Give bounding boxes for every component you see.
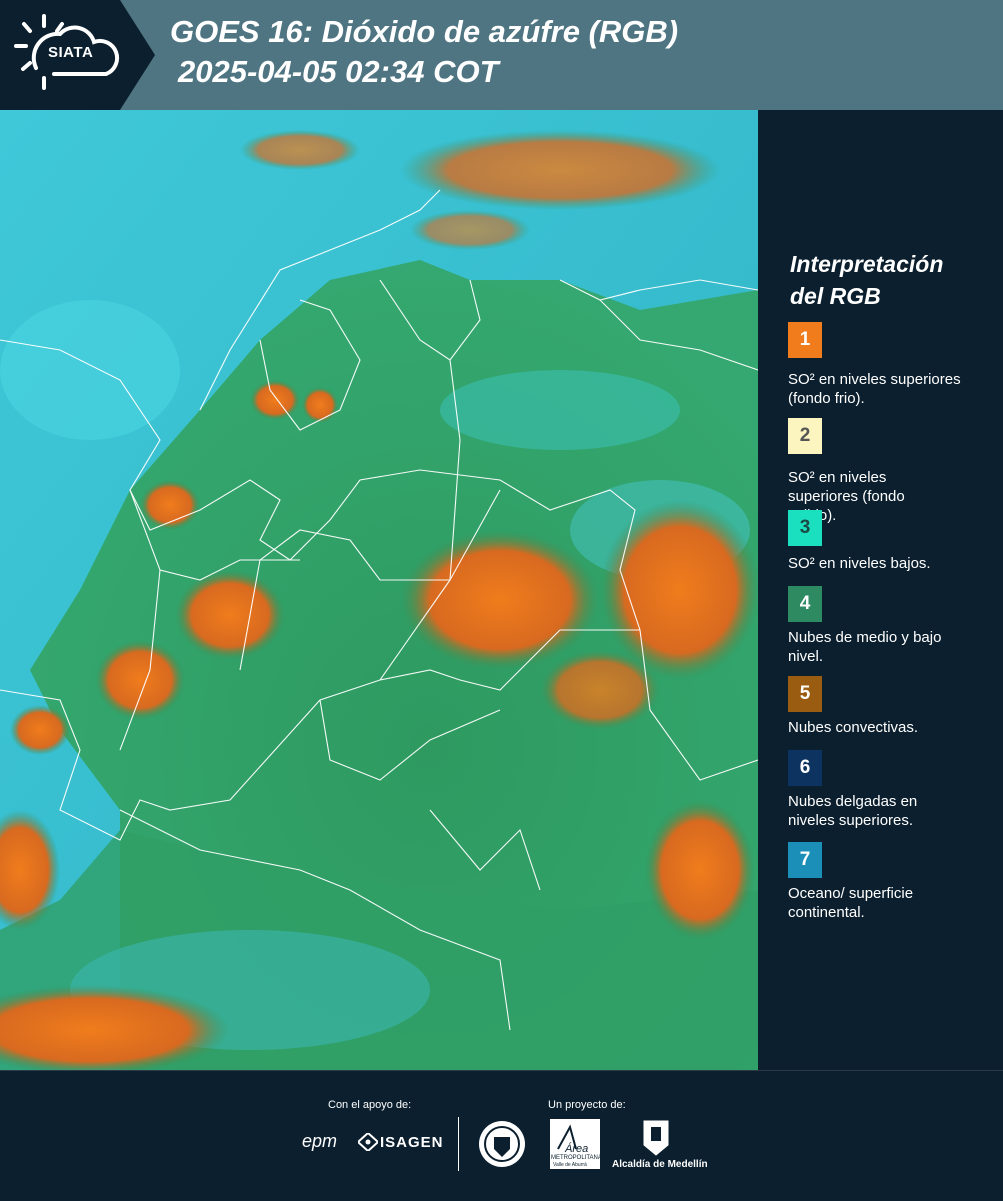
page-timestamp: 2025-04-05 02:34 COT <box>178 54 499 89</box>
isagen-mark-icon <box>358 1133 378 1151</box>
legend-number-2: 2 <box>799 425 811 446</box>
legend-number-5: 5 <box>799 683 811 704</box>
page-title: GOES 16: Dióxido de azúfre (RGB) <box>170 14 679 49</box>
legend-panel: Interpretación del RGB 1 SO² en niveles … <box>762 110 1003 1070</box>
area-sub1: METROPOLITANA <box>551 1155 602 1161</box>
area-name: Área <box>565 1143 589 1155</box>
header: SIATA GOES 16: Dióxido de azúfre (RGB) 2… <box>0 0 1003 110</box>
legend-swatch-4: 4 <box>788 586 822 622</box>
footer: Con el apoyo de: Un proyecto de: epm ISA… <box>0 1070 1003 1201</box>
alcaldia-label: Alcaldía de Medellín <box>612 1159 708 1170</box>
legend-desc-5: Nubes convectivas. <box>788 719 919 736</box>
brand-name: SIATA <box>48 44 94 61</box>
project-label: Un proyecto de: <box>548 1099 626 1111</box>
legend-swatch-3: 3 <box>788 510 822 546</box>
legend-number-3: 3 <box>799 517 811 538</box>
alcaldia-shield-icon <box>643 1120 669 1156</box>
area-sub2: Valle de Aburrá <box>553 1162 587 1168</box>
legend-swatch-7: 7 <box>788 842 822 878</box>
legend-desc-4: Nubes de medio y bajo nivel. <box>788 629 942 665</box>
legend-item-1: 1 SO² en niveles superiores (fondo frio)… <box>788 322 998 408</box>
isagen-logo: ISAGEN <box>380 1134 444 1151</box>
legend-number-4: 4 <box>799 593 811 614</box>
legend-item-5: 5 Nubes convectivas. <box>788 676 998 737</box>
legend-swatch-6: 6 <box>788 750 822 786</box>
legend-swatch-5: 5 <box>788 676 822 712</box>
legend-desc-7: Oceano/ superficie continental. <box>788 885 914 921</box>
epm-logo: epm <box>302 1131 338 1151</box>
legend-number-1: 1 <box>799 329 811 350</box>
satellite-map <box>0 110 758 1070</box>
support-label: Con el apoyo de: <box>328 1099 412 1111</box>
legend-number-6: 6 <box>799 757 811 778</box>
legend-item-6: 6 Nubes delgadas en niveles superiores. <box>788 750 998 830</box>
legend-item-7: 7 Oceano/ superficie continental. <box>788 842 998 922</box>
legend-number-7: 7 <box>799 849 811 870</box>
legend-desc-3: SO² en niveles bajos. <box>788 555 931 572</box>
footer-divider <box>458 1117 459 1171</box>
legend-title-line2: del RGB <box>790 283 881 309</box>
legend-title: Interpretación del RGB <box>790 248 990 312</box>
medellin-seal-icon <box>479 1121 525 1167</box>
legend-item-3: 3 SO² en niveles bajos. <box>788 510 998 573</box>
legend-title-line1: Interpretación <box>790 251 944 277</box>
legend-item-4: 4 Nubes de medio y bajo nivel. <box>788 586 998 666</box>
legend-desc-6: Nubes delgadas en niveles superiores. <box>788 793 918 829</box>
legend-swatch-2: 2 <box>788 418 822 454</box>
legend-swatch-1: 1 <box>788 322 822 358</box>
legend-desc-1: SO² en niveles superiores (fondo frio). <box>788 371 961 407</box>
legend-item-2: 2 SO² en niveles superiores (fondo calid… <box>788 418 998 525</box>
